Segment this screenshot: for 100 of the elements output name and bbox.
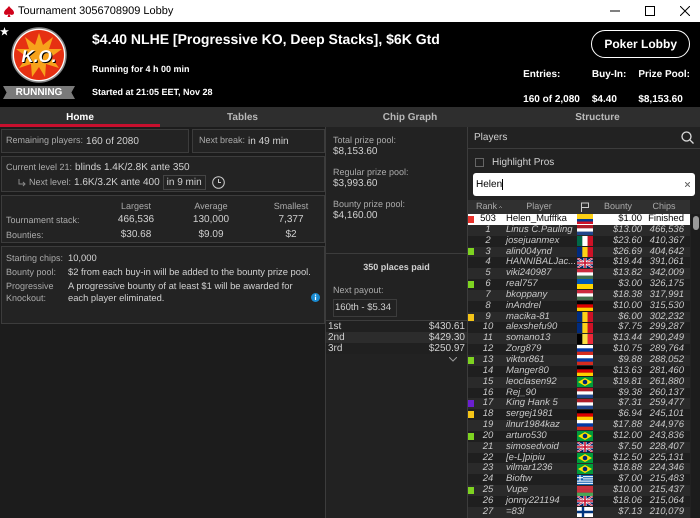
window-title: Tournament 3056708909 Lobby — [18, 4, 174, 19]
player-name: =83l — [505, 506, 526, 518]
bounty-cell-text: $7.31 — [617, 398, 642, 409]
chips-cell-text: 245,101 — [648, 409, 685, 420]
chips-cell-text: 228,407 — [648, 442, 686, 453]
flag-icon — [577, 334, 593, 344]
bounty-cell-text: $18.38 — [612, 290, 642, 301]
table-row[interactable]: 1 Linus C.Pauling $13.00 466,536 — [468, 224, 690, 236]
rank-cell-text: 12 — [482, 344, 494, 355]
bounty-cell-text: $9.88 — [617, 354, 642, 366]
clear-icon[interactable] — [685, 182, 690, 187]
flag-icon — [577, 344, 593, 355]
table-row[interactable]: 11 somano13 $13.44 290,249 — [468, 333, 690, 344]
chips-cell-text: 215,064 — [648, 496, 685, 507]
player-name: King Hank 5 — [505, 398, 559, 409]
bounty-cell-text: $6.00 — [617, 312, 642, 322]
chips-cell-text: 215,483 — [648, 474, 685, 485]
field-value: 160 of 2080 — [86, 134, 139, 148]
flag-icon — [577, 366, 593, 376]
chevron-down-icon[interactable] — [449, 357, 457, 362]
stat-value: 466,536 — [116, 214, 156, 226]
table-row[interactable]: 17 King Hank 5 $7.31 259,477 — [468, 398, 690, 410]
rank-cell-text: 8 — [484, 300, 492, 312]
stat-value: 160 of 2,080 — [523, 93, 580, 107]
table-row[interactable]: 21 simosedvoid $7.50 228,407 — [468, 442, 690, 453]
rank-cell-text: 16 — [482, 388, 494, 398]
table-row[interactable]: 3 alin004ynd $26.69 404,642 — [468, 246, 690, 258]
table-row[interactable]: 25 Vupe $10.00 215,437 — [468, 485, 690, 496]
chips-cell-text: 391,061 — [648, 257, 685, 268]
flag-icon — [577, 225, 593, 236]
rank-cell-text: 22 — [482, 452, 494, 463]
rank-cell-text: 10 — [482, 322, 494, 334]
poker-lobby-button[interactable]: Poker Lobby — [591, 30, 690, 58]
bounty-cell-text: $7.00 — [617, 474, 642, 485]
player-name: inAndrel — [505, 300, 542, 312]
rank-cell-text: 21 — [482, 442, 494, 453]
tab[interactable]: Chip Graph — [325, 107, 495, 127]
bounty-cell-text: $6.94 — [617, 409, 642, 420]
flag-icon — [577, 388, 593, 398]
table-row[interactable]: 15 leoclasen92 $19.81 261,880 — [468, 376, 690, 388]
bounty-cell-text: $10.75 — [612, 344, 642, 355]
chips-cell-text: 302,232 — [648, 312, 685, 322]
column-header[interactable]: Player — [502, 200, 576, 214]
search-field[interactable]: Helen — [473, 173, 695, 196]
table-row[interactable]: 5 viki240987 $13.82 342,009 — [468, 268, 690, 280]
tab[interactable]: Structure — [495, 107, 700, 127]
info-icon[interactable] — [311, 293, 320, 302]
chips-cell-text: 259,477 — [648, 398, 686, 409]
flag-icon — [577, 246, 593, 257]
column-header[interactable]: Bounty — [594, 200, 642, 214]
chips-cell-text: 288,052 — [648, 354, 685, 366]
row-label: Tournament stack: — [6, 214, 81, 226]
bounty-cell-text: $19.81 — [612, 376, 642, 388]
player-name: Rej_90 — [505, 388, 538, 398]
player-name: Bioftw — [505, 474, 534, 486]
table-row[interactable]: 19 ilnur1984kaz $17.88 244,976 — [468, 420, 690, 431]
close-icon[interactable] — [680, 6, 690, 16]
bounty-cell-text: $23.60 — [612, 236, 642, 247]
field-value: in 49 min — [248, 134, 289, 148]
bounty-cell-text: $3.00 — [617, 279, 642, 290]
tab[interactable]: Tables — [160, 107, 325, 127]
table-row[interactable]: 7 bkoppany $18.38 317,991 — [468, 290, 690, 301]
field-value: 10,000 — [68, 252, 97, 264]
flag-icon — [577, 507, 593, 518]
column-header[interactable]: Rank — [476, 200, 498, 214]
rank-cell-text: 14 — [482, 366, 494, 377]
flag-icon — [577, 496, 593, 506]
rank-cell-text: 1 — [484, 224, 492, 236]
flag-icon — [577, 398, 593, 409]
player-name: viktor861 — [505, 354, 546, 366]
stat-label: Entries: — [523, 68, 562, 82]
table-row[interactable]: 9 macika-81 $6.00 302,232 — [468, 312, 690, 322]
chips-cell-text: 244,976 — [648, 420, 685, 431]
table-row[interactable]: 13 viktor861 $9.88 288,052 — [468, 354, 690, 366]
chips-cell-text: 224,346 — [648, 463, 685, 474]
checkbox[interactable] — [475, 158, 484, 166]
payout-amount: $429.30 — [428, 332, 465, 343]
column-header[interactable]: Chips — [642, 200, 686, 214]
rank-cell-text: 11 — [482, 333, 494, 344]
player-name: Zorg879 — [504, 344, 542, 355]
row-label: Bounties: — [6, 228, 45, 241]
chips-cell-text: 243,836 — [648, 430, 685, 442]
scrollbar[interactable] — [691, 214, 700, 518]
maximize-icon[interactable] — [645, 6, 655, 16]
places-paid: 350 places paid — [362, 261, 431, 274]
flag-icon — [577, 377, 593, 388]
player-name: ilnur1984kaz — [505, 420, 561, 431]
bounty-cell-text: $13.00 — [612, 224, 642, 236]
clock-icon[interactable] — [212, 176, 225, 189]
rank-cell-text: 23 — [482, 463, 494, 474]
bounty-cell-text: $19.44 — [612, 257, 642, 268]
bounty-cell-text: $13.44 — [612, 333, 642, 344]
star-icon[interactable] — [0, 27, 9, 36]
rank-cell-text: 5 — [484, 268, 492, 279]
table-row[interactable]: 23 vilmar1236 $18.88 224,346 — [468, 463, 690, 474]
table-row[interactable]: 503 Helen_Mufffka $1.00 Finished — [468, 214, 690, 225]
table-row[interactable]: 27 =83l $7.13 210,079 — [468, 506, 690, 518]
search-icon[interactable] — [681, 131, 694, 144]
field-label: Starting chips: — [6, 252, 64, 264]
player-name: simosedvoid — [505, 442, 560, 453]
